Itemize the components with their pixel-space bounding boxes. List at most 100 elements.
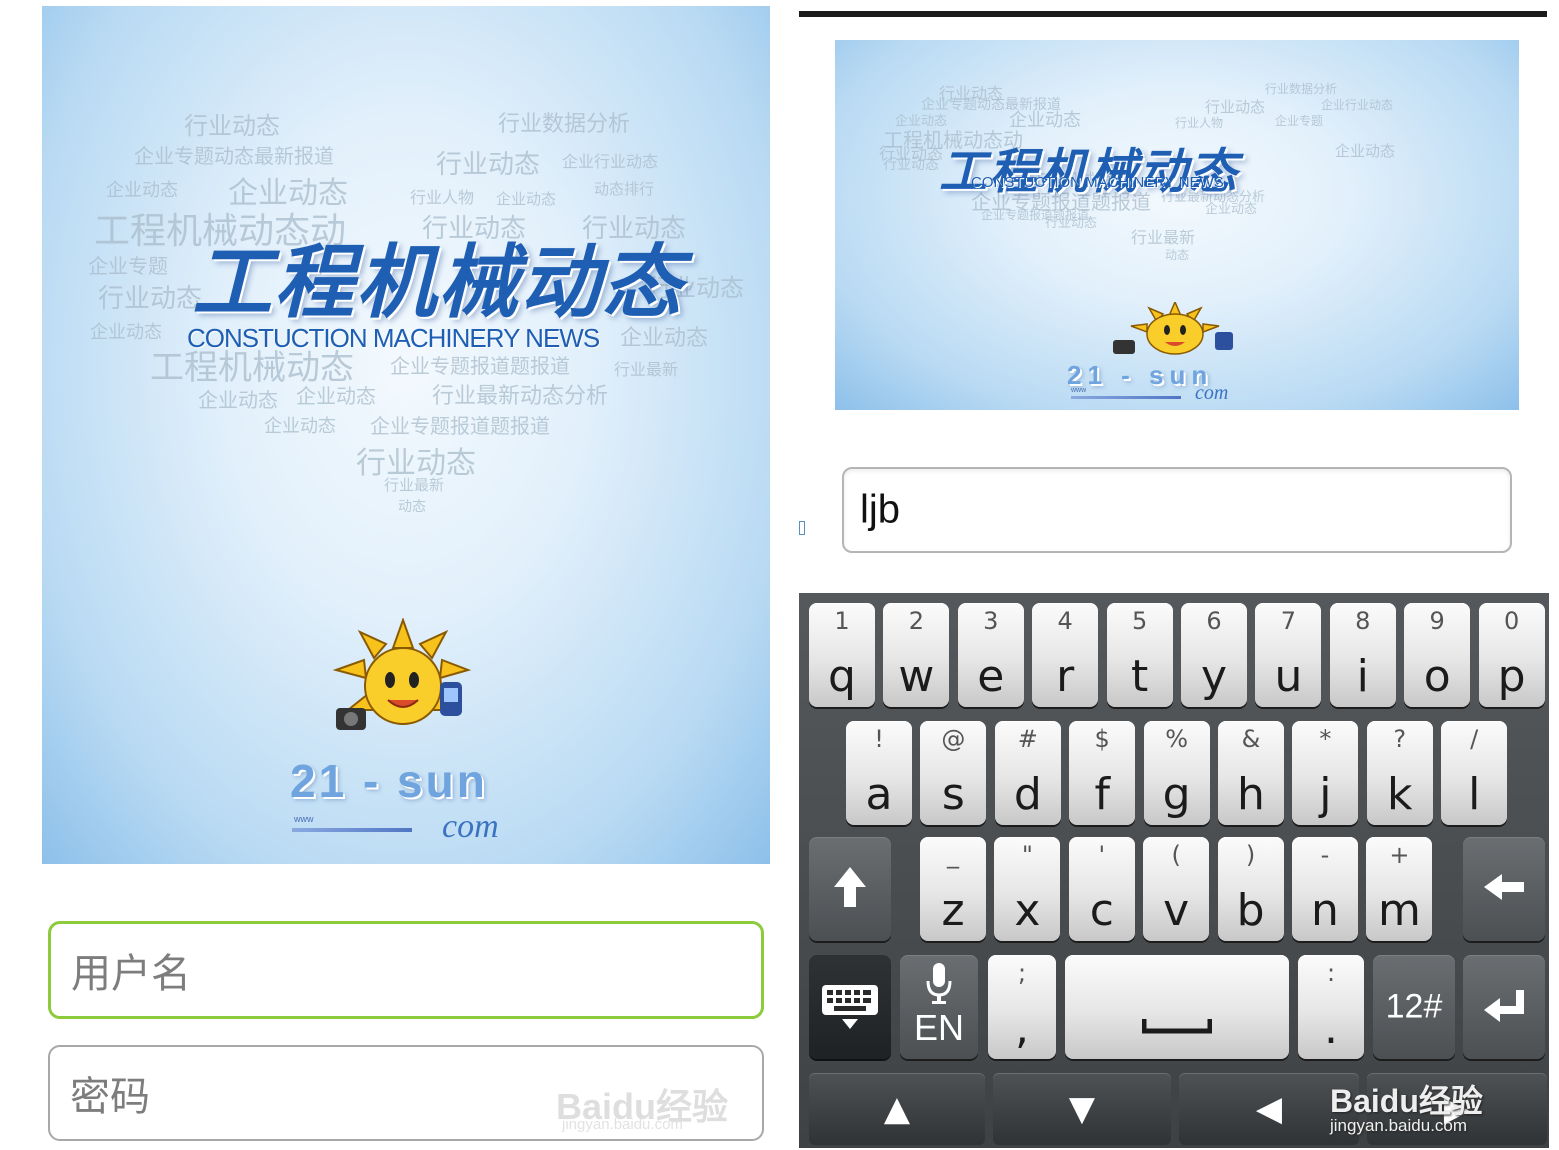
microphone-icon bbox=[900, 961, 978, 1005]
key-f[interactable]: $ f bbox=[1069, 721, 1136, 825]
enter-arrow-icon bbox=[1463, 988, 1545, 1026]
word-cloud-term: 企业专题 bbox=[88, 254, 168, 278]
word-cloud-term: 行业动态 bbox=[1045, 216, 1098, 231]
key-primary: w bbox=[898, 651, 935, 702]
key-i[interactable]: 8i bbox=[1329, 603, 1396, 707]
word-cloud-term: 企业动态 bbox=[1335, 142, 1396, 160]
key-primary: m bbox=[1377, 885, 1421, 936]
space-key[interactable] bbox=[1065, 955, 1289, 1059]
key-q[interactable]: 1q bbox=[809, 603, 875, 707]
up-arrow-icon bbox=[809, 865, 891, 913]
key-primary: y bbox=[1200, 651, 1228, 702]
key-secondary: 1 bbox=[834, 607, 850, 635]
word-cloud-term: 企业行业动态 bbox=[1321, 98, 1394, 112]
word-cloud-term: 行业最新 bbox=[1131, 228, 1196, 247]
key-n[interactable]: -n bbox=[1292, 837, 1358, 941]
key-primary: q bbox=[828, 651, 856, 702]
baidu-watermark-url: jingyan.baidu.com bbox=[562, 1116, 683, 1133]
password-placeholder: 密码 bbox=[70, 1074, 150, 1120]
key-primary: v bbox=[1163, 885, 1190, 936]
key-e[interactable]: 3e bbox=[957, 603, 1024, 707]
key-a[interactable]: ! a bbox=[846, 721, 912, 825]
keyboard-switch-key[interactable] bbox=[809, 955, 891, 1059]
splash-title: 工程机械动态 bbox=[939, 144, 1240, 200]
key-primary: r bbox=[1056, 651, 1075, 702]
key-secondary: 8 bbox=[1355, 607, 1371, 635]
word-cloud-term: 企业动态 bbox=[198, 388, 278, 412]
key-secondary: 4 bbox=[1057, 607, 1073, 635]
key-j[interactable]: * j bbox=[1292, 721, 1359, 825]
word-cloud-term: 行业最新动态分析 bbox=[432, 384, 609, 409]
language-key[interactable]: EN bbox=[900, 955, 978, 1059]
shift-key[interactable] bbox=[809, 837, 891, 941]
key-o[interactable]: 9o bbox=[1404, 603, 1471, 707]
symbols-label: 12# bbox=[1385, 987, 1443, 1026]
key-secondary: 6 bbox=[1206, 607, 1222, 635]
word-cloud-term: 动态排行 bbox=[594, 180, 655, 198]
nav-down-button[interactable]: ▼ bbox=[993, 1073, 1171, 1145]
screenshot-root: 行业动态 行业数据分析 企业专题动态最新报道 行业动态 企业行业动态 企业动态 企业动态 行业… bbox=[0, 0, 1559, 1150]
key-h[interactable]: & h bbox=[1218, 721, 1284, 825]
word-cloud-term: 动态 bbox=[1165, 248, 1190, 262]
keyboard-icon bbox=[809, 983, 891, 1031]
key-z[interactable]: _ z bbox=[920, 837, 986, 941]
key-primary: c bbox=[1089, 885, 1114, 936]
text-input[interactable]: ljb bbox=[842, 467, 1512, 553]
key-secondary: " bbox=[1021, 841, 1033, 869]
key-secondary: ( bbox=[1171, 841, 1181, 869]
key-secondary: 9 bbox=[1429, 607, 1445, 635]
key-r[interactable]: 4r bbox=[1032, 603, 1099, 707]
site-name: 21 - sun bbox=[1067, 360, 1214, 390]
comma-key[interactable]: ; , bbox=[988, 955, 1056, 1059]
key-w[interactable]: 2w bbox=[883, 603, 950, 707]
key-primary: o bbox=[1423, 651, 1451, 702]
site-underline bbox=[292, 828, 412, 832]
key-secondary: ? bbox=[1393, 725, 1407, 753]
key-primary: i bbox=[1356, 651, 1369, 702]
key-primary: a bbox=[865, 769, 893, 820]
enter-key[interactable] bbox=[1463, 955, 1545, 1059]
key-k[interactable]: ? k bbox=[1366, 721, 1433, 825]
key-secondary: $ bbox=[1094, 725, 1110, 753]
word-cloud-term: 行业动态 bbox=[883, 157, 939, 173]
key-secondary: ' bbox=[1098, 841, 1106, 869]
key-primary: k bbox=[1387, 769, 1413, 820]
key-l[interactable]: / l bbox=[1441, 721, 1508, 825]
key-v[interactable]: (v bbox=[1143, 837, 1210, 941]
nav-up-button[interactable]: ▲ bbox=[809, 1073, 985, 1145]
symbols-key[interactable]: 12# bbox=[1373, 955, 1455, 1059]
key-primary: s bbox=[941, 769, 965, 820]
key-secondary: & bbox=[1241, 725, 1261, 753]
language-label: EN bbox=[913, 1007, 964, 1048]
username-field[interactable]: 用户名 bbox=[48, 921, 764, 1019]
key-secondary: 5 bbox=[1131, 607, 1148, 635]
key-m[interactable]: + m bbox=[1366, 837, 1433, 941]
status-bar-edge bbox=[799, 11, 1547, 17]
splash-title: 工程机械动态 bbox=[192, 236, 684, 329]
key-s[interactable]: @ s bbox=[920, 721, 987, 825]
key-secondary: # bbox=[1017, 725, 1038, 753]
site-tld: com bbox=[1195, 382, 1229, 404]
site-www: www bbox=[294, 814, 314, 824]
key-y[interactable]: 6y bbox=[1181, 603, 1247, 707]
key-p[interactable]: 0p bbox=[1478, 603, 1545, 707]
site-name: 21 - sun bbox=[290, 755, 488, 807]
key-primary: l bbox=[1468, 769, 1481, 820]
key-secondary: : bbox=[1326, 959, 1336, 987]
key-x[interactable]: " x bbox=[994, 837, 1061, 941]
key-b[interactable]: ) b bbox=[1217, 837, 1284, 941]
word-cloud-term: 行业动态 bbox=[436, 150, 541, 180]
right-splash-banner: 行业动态 行业数据分析 企业专题动态最新报道 行业动态 企业行业动态 企业动态 企业动态 行业… bbox=[835, 40, 1519, 410]
key-t[interactable]: 5t bbox=[1106, 603, 1173, 707]
key-g[interactable]: % g bbox=[1143, 721, 1210, 825]
key-c[interactable]: ' c bbox=[1068, 837, 1135, 941]
period-key[interactable]: : . bbox=[1298, 955, 1364, 1059]
word-cloud-term: 动态 bbox=[398, 499, 426, 515]
backspace-key[interactable] bbox=[1463, 837, 1545, 941]
key-d[interactable]: # d bbox=[994, 721, 1061, 825]
word-cloud-term: 行业动态 bbox=[184, 112, 280, 140]
key-primary: t bbox=[1130, 651, 1149, 702]
word-cloud-term: 企业行业动态 bbox=[562, 152, 659, 171]
key-u[interactable]: 7u bbox=[1255, 603, 1322, 707]
word-cloud-term: 企业专题报道题报道 bbox=[370, 414, 550, 438]
